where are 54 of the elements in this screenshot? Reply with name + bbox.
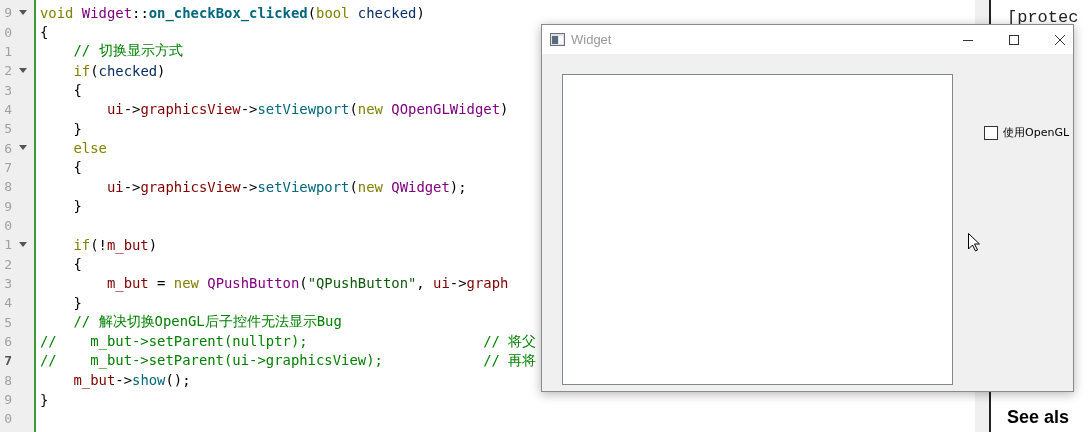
line-number: 1 — [3, 237, 12, 253]
line-number: 0 — [3, 24, 12, 40]
code-line: } — [72, 120, 82, 137]
code-line: if(checked) — [72, 62, 166, 79]
maximize-icon[interactable] — [1008, 33, 1020, 46]
line-number: 5 — [3, 314, 12, 330]
mouse-cursor-icon — [968, 233, 980, 252]
code-line: { — [72, 159, 82, 176]
code-line: ui->graphicsView->setViewport(new QWidget); — [105, 178, 467, 195]
caret-icon[interactable] — [19, 67, 27, 74]
code-line: m_but = new QPushButton("QPushButton", ui->graph — [105, 275, 509, 292]
code-line: { — [72, 82, 82, 99]
line-number: 8 — [3, 372, 12, 388]
code-line: { — [72, 256, 82, 273]
line-number: 2 — [3, 63, 12, 79]
code-line: } — [72, 198, 82, 215]
line-number: 1 — [3, 43, 12, 59]
code-line: void Widget::on_checkBox_clicked(bool checked) — [40, 4, 425, 21]
line-number: 2 — [3, 256, 12, 272]
doc-heading: [protec — [1007, 8, 1080, 27]
code-line: ui->graphicsView->setViewport(new QOpenGLWidget) — [105, 101, 509, 118]
line-number: 4 — [3, 101, 12, 117]
code-line: } — [72, 294, 82, 311]
code-line: } — [40, 391, 49, 408]
line-number: 9 — [3, 392, 12, 408]
code-line: { — [40, 24, 49, 40]
code-line: // m_but->setParent(nullptr); // 将父 — [40, 332, 537, 351]
code-line: // m_but->setParent(ui->graphicsView); // 再将 — [40, 351, 537, 370]
line-number: 9 — [3, 198, 12, 214]
line-number: 4 — [3, 295, 12, 311]
line-number: 3 — [3, 82, 12, 98]
close-icon[interactable] — [1054, 33, 1066, 46]
line-number: 8 — [3, 179, 12, 195]
code-line: else — [72, 140, 107, 157]
line-number: 6 — [3, 334, 12, 349]
line-number: 0 — [3, 217, 12, 233]
caret-icon[interactable] — [19, 9, 27, 16]
line-number: 0 — [3, 411, 12, 427]
window-title: Widget — [571, 32, 612, 47]
code-line: // 切换显示方式 — [72, 42, 183, 61]
code-line: if(!m_but) — [72, 236, 158, 253]
line-number: 7 — [3, 353, 12, 369]
caret-icon[interactable] — [19, 145, 27, 152]
line-number: 3 — [3, 276, 12, 291]
code-line: m_but->show(); — [72, 372, 191, 389]
line-number: 6 — [3, 140, 12, 156]
caret-icon[interactable] — [19, 241, 27, 248]
line-number: 9 — [3, 5, 12, 21]
line-number: 7 — [3, 159, 12, 175]
line-number: 5 — [3, 121, 12, 137]
see-also-heading: See als — [1007, 407, 1071, 428]
opengl-checkbox[interactable]: 使用OpenGL — [984, 125, 1070, 140]
app-icon — [550, 33, 565, 46]
code-line: // 解决切换OpenGL后子控件无法显示Bug — [72, 313, 342, 332]
